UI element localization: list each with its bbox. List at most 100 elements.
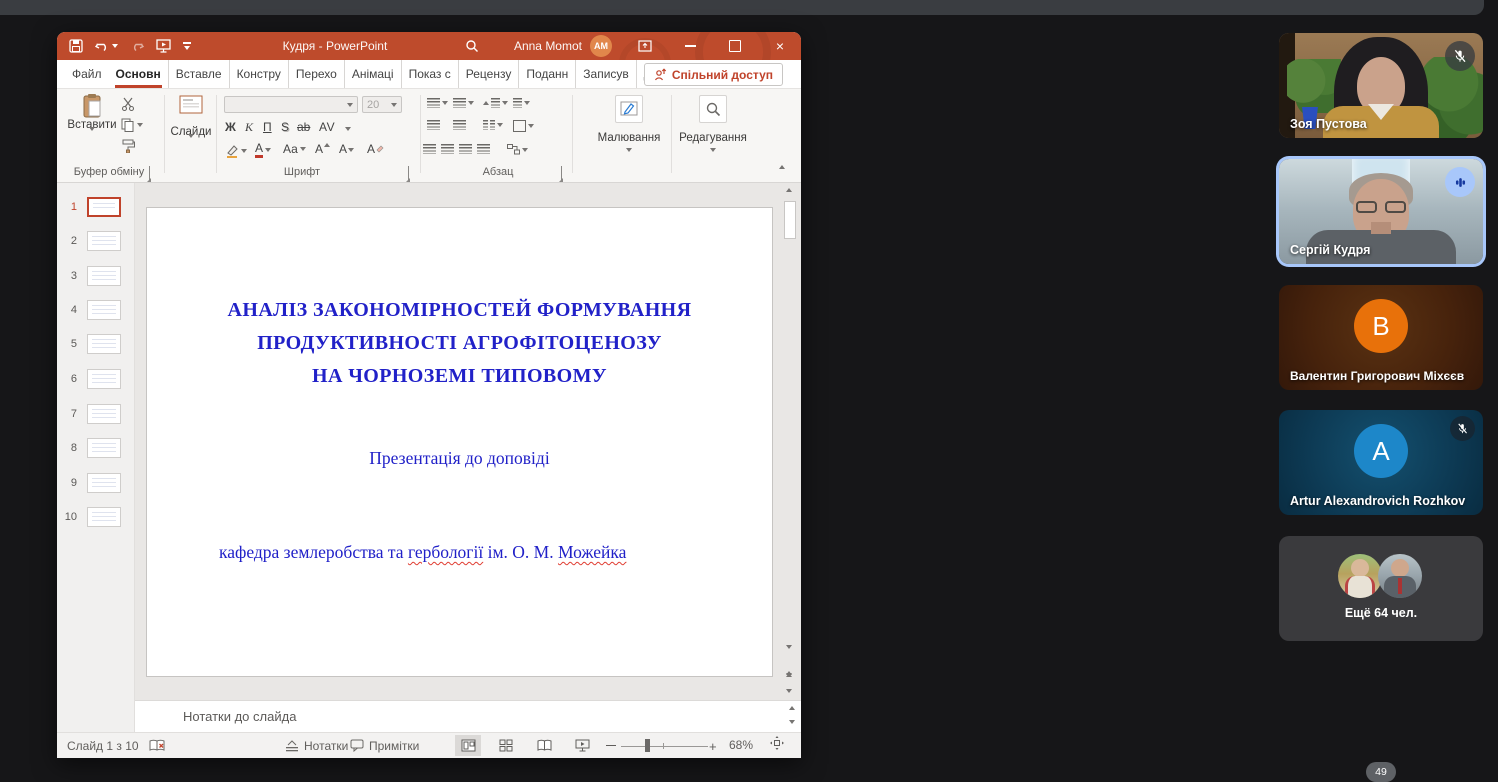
slide-credit-line[interactable]: кафедра землеробства та гербології ім. О… [219,542,626,563]
tab-home[interactable]: Основн [109,60,168,88]
share-button[interactable]: Спільний доступ [644,63,783,86]
slide-thumb-image[interactable] [87,300,121,320]
slide-canvas[interactable]: АНАЛІЗ ЗАКОНОМІРНОСТЕЙ ФОРМУВАННЯ ПРОДУК… [146,207,773,677]
sort-text-button[interactable] [513,98,530,108]
slide-thumb-image[interactable] [87,473,121,493]
slide-thumbnail-1[interactable]: 1 [57,197,135,227]
close-button[interactable]: × [760,32,800,60]
tab-file[interactable]: Файл [65,60,109,88]
italic-button[interactable]: К [245,120,253,135]
character-spacing-button[interactable]: AV [319,120,335,134]
slide-thumb-image[interactable] [87,266,121,286]
notes-placeholder[interactable]: Нотатки до слайда [183,709,296,724]
zoom-slider-thumb[interactable] [645,739,650,752]
align-right-button[interactable] [459,144,472,154]
maximize-button[interactable] [715,32,755,60]
copy-button[interactable] [121,118,143,132]
notes-scroll-up-icon[interactable] [789,706,795,710]
scrollbar-thumb[interactable] [784,201,796,239]
numbering-button[interactable] [453,98,474,108]
zoom-in-button[interactable]: + [709,739,717,754]
slide-title-block[interactable]: АНАЛІЗ ЗАКОНОМІРНОСТЕЙ ФОРМУВАННЯ ПРОДУК… [147,294,772,393]
text-shadow-button[interactable]: S [281,120,289,134]
slide-thumbnail-10[interactable]: 10 [57,507,135,537]
drawing-button[interactable]: Малювання [589,95,669,152]
paste-button[interactable]: Вставити [65,93,119,145]
paragraph-dialog-launcher-icon[interactable] [561,166,562,181]
slide-thumb-image[interactable] [87,334,121,354]
participant-tile-artur[interactable]: A Artur Alexandrovich Rozhkov [1279,410,1483,515]
new-slide-dropdown-icon[interactable] [188,134,194,152]
slide-subtitle[interactable]: Презентація до доповіді [147,448,772,469]
cut-icon[interactable] [121,97,135,111]
slideshow-view-button[interactable] [569,735,595,756]
ribbon-display-options-button[interactable] [625,32,665,60]
account-avatar[interactable]: AM [590,35,612,57]
tab-record[interactable]: Записув [575,60,636,88]
tab-insert[interactable]: Вставле [168,60,229,88]
slide-thumb-image[interactable] [87,231,121,251]
justify-button[interactable] [477,144,490,154]
title-bar[interactable]: Кудря - PowerPoint Anna Momot AM × [57,32,801,60]
participant-tile-serhii[interactable]: Сергій Кудря [1279,159,1483,264]
tab-design[interactable]: Констру [229,60,288,88]
undo-button[interactable] [95,40,118,53]
slide-sorter-view-button[interactable] [493,735,519,756]
search-icon[interactable] [465,39,479,53]
slide-thumbnail-7[interactable]: 7 [57,404,135,434]
highlight-color-button[interactable] [225,144,247,158]
slide-thumb-image[interactable] [87,369,121,389]
comments-toggle-button[interactable]: Примітки [350,733,419,758]
align-left-button[interactable] [423,144,436,154]
slide-thumb-image[interactable] [87,197,121,217]
paste-dropdown-icon[interactable] [89,127,95,145]
grow-font-button[interactable]: А [315,142,330,156]
fit-slide-to-window-button[interactable] [769,735,785,751]
slide-thumbnail-5[interactable]: 5 [57,334,135,364]
tab-transitions[interactable]: Перехо [288,60,344,88]
customize-qat-icon[interactable] [183,42,191,49]
underline-button[interactable]: П [263,120,272,134]
slide-thumb-image[interactable] [87,404,121,424]
zoom-percentage[interactable]: 68% [729,738,753,752]
slide-thumbnail-9[interactable]: 9 [57,473,135,503]
strikethrough-button[interactable]: ab [297,120,310,134]
tab-slideshow[interactable]: Показ с [401,60,458,88]
normal-view-button[interactable] [455,735,481,756]
slide-thumb-image[interactable] [87,438,121,458]
font-dialog-launcher-icon[interactable] [408,166,409,181]
slide-thumb-image[interactable] [87,507,121,527]
slide-thumbnail-3[interactable]: 3 [57,266,135,296]
reading-view-button[interactable] [531,735,557,756]
editor-vertical-scrollbar[interactable] [783,185,797,697]
slide-thumbnail-6[interactable]: 6 [57,369,135,399]
scroll-up-icon[interactable] [786,188,792,192]
participant-tile-valentyn[interactable]: В Валентин Григорович Міхєєв [1279,285,1483,390]
account-user-name[interactable]: Anna Momot [497,39,582,53]
notes-scroll-down-icon[interactable] [789,720,795,724]
bullets-button[interactable] [427,98,448,108]
format-painter-icon[interactable] [121,139,135,153]
editing-dropdown-icon[interactable] [710,148,716,152]
slide-thumbnail-8[interactable]: 8 [57,438,135,468]
undo-dropdown-icon[interactable] [112,44,118,48]
clear-formatting-button[interactable]: А [367,142,384,156]
zoom-out-button[interactable] [606,745,616,746]
save-icon[interactable] [69,39,83,53]
font-name-combobox[interactable] [224,96,358,113]
spell-check-icon[interactable] [149,733,165,758]
drawing-dropdown-icon[interactable] [626,148,632,152]
redo-button[interactable] [130,40,144,53]
copy-dropdown-icon[interactable] [137,123,143,127]
more-participants-label[interactable]: Ещё 64 чел. [1279,606,1483,620]
notes-pane[interactable]: Нотатки до слайда [135,700,801,732]
clipboard-dialog-launcher-icon[interactable] [149,166,150,181]
shrink-font-button[interactable]: А [339,142,354,156]
decrease-indent-button[interactable] [427,120,440,130]
scroll-down-icon[interactable] [786,645,792,649]
align-center-button[interactable] [441,144,454,154]
slide-thumbnail-4[interactable]: 4 [57,300,135,330]
slide-thumbnails-panel[interactable]: 1 2 3 4 5 6 7 8 9 10 [57,183,135,732]
increase-indent-button[interactable] [453,120,466,130]
editing-button[interactable]: Редагування [673,95,753,152]
